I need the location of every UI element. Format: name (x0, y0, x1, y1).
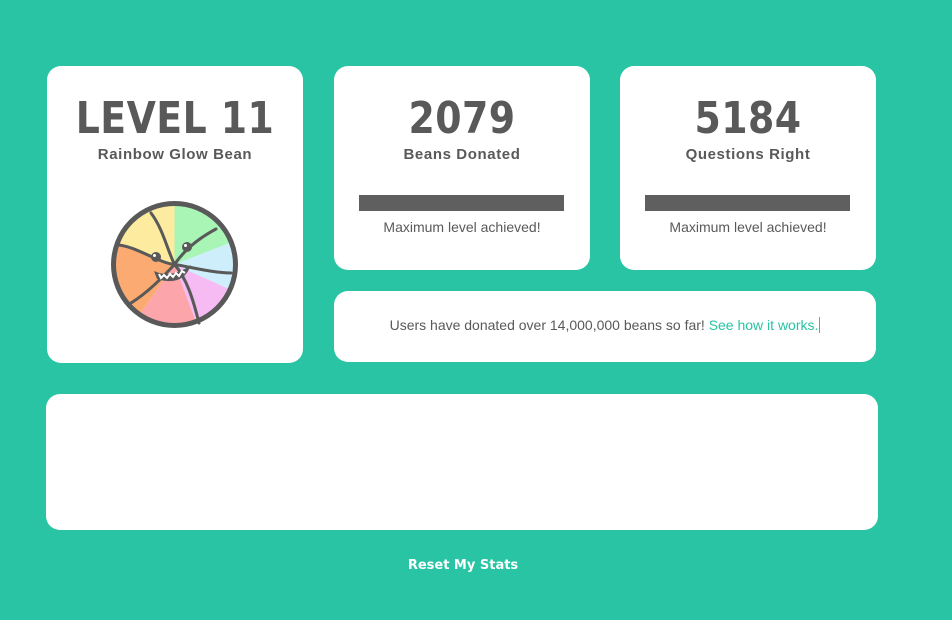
questions-right-value: 5184 (694, 93, 802, 144)
see-how-it-works-link[interactable]: See how it works. (708, 317, 821, 333)
beans-donated-label: Beans Donated (403, 146, 521, 163)
questions-progress-bar (645, 195, 850, 211)
empty-content-panel (46, 394, 878, 530)
rainbow-bean-icon (111, 201, 238, 328)
questions-progress-caption: Maximum level achieved! (669, 219, 827, 235)
beans-donated-card: 2079 Beans Donated Maximum level achieve… (334, 66, 590, 270)
beans-progress-bar (359, 195, 564, 211)
beans-progress-caption: Maximum level achieved! (383, 219, 541, 235)
reset-stats-button[interactable]: Reset My Stats (0, 558, 926, 574)
beans-progress-fill (359, 195, 564, 211)
questions-right-label: Questions Right (685, 146, 811, 163)
level-card: LEVEL 11 Rainbow Glow Bean (47, 66, 303, 363)
bean-name: Rainbow Glow Bean (97, 146, 253, 163)
donation-info-line: Users have donated over 14,000,000 beans… (334, 317, 876, 334)
donation-info-card: Users have donated over 14,000,000 beans… (334, 291, 876, 362)
beans-donated-value: 2079 (408, 93, 516, 144)
level-title: LEVEL 11 (75, 93, 275, 144)
donation-info-text: Users have donated over 14,000,000 beans… (389, 317, 705, 333)
questions-right-card: 5184 Questions Right Maximum level achie… (620, 66, 876, 270)
questions-progress-fill (645, 195, 850, 211)
